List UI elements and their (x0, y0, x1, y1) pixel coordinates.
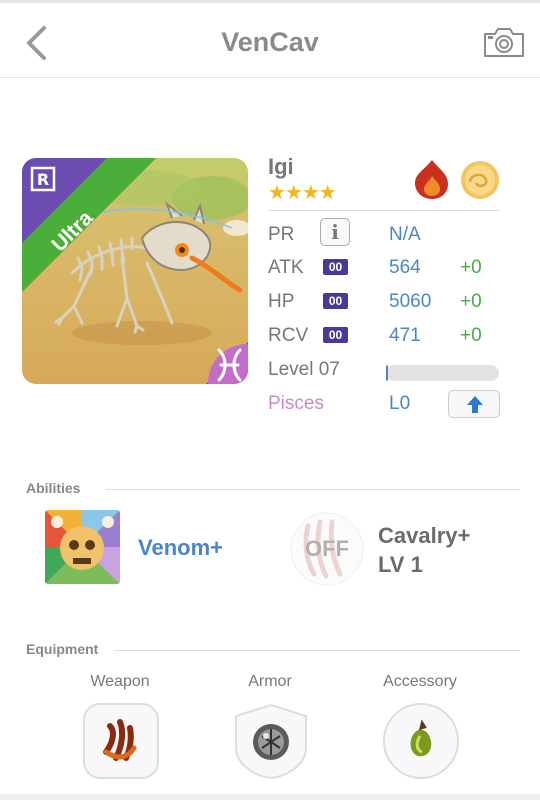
atk-label: ATK (268, 257, 304, 278)
claw-icon: OFF (290, 512, 364, 586)
sign-upgrade-button[interactable] (448, 390, 500, 418)
rcv-label: RCV (268, 325, 309, 346)
hp-value: 5060 (389, 291, 432, 312)
fire-element-icon (415, 160, 448, 199)
atk-value: 564 (389, 257, 421, 278)
hp-bonus: +0 (460, 291, 482, 312)
equipment-header: Equipment (26, 641, 99, 657)
hp-badge: 00 (323, 293, 348, 309)
monster-portrait: R Ultra (22, 158, 248, 384)
hp-row: HP 00 5060 +0 (268, 287, 504, 317)
info-icon: i (331, 220, 339, 244)
camera-button[interactable] (482, 25, 526, 59)
sign-label: Pisces (268, 393, 324, 414)
camera-icon (484, 28, 524, 57)
ability-cavalry-name: Cavalry+ LV 1 (378, 521, 470, 579)
abilities-divider (106, 489, 520, 490)
weapon-slot[interactable] (82, 702, 160, 780)
ability-cavalry-state: OFF (305, 536, 349, 561)
monster-name: Igi (268, 154, 294, 179)
venom-skull-icon (45, 510, 120, 584)
ability-venom-icon[interactable] (45, 510, 120, 584)
ability-cavalry-level: LV 1 (378, 552, 423, 577)
hp-label: HP (268, 291, 295, 312)
armor-slot[interactable] (232, 702, 310, 780)
atk-bonus: +0 (460, 257, 482, 278)
level-row: Level 07 (268, 355, 504, 385)
rcv-row: RCV 00 471 +0 (268, 321, 504, 351)
ability-cavalry-icon[interactable]: OFF (290, 512, 364, 586)
accessory-label: Accessory (383, 673, 457, 690)
page-title: VenCav (221, 27, 319, 57)
star-rating: ★★★★ (268, 182, 337, 204)
abilities-header: Abilities (26, 480, 81, 496)
accessory-leaf-icon (383, 703, 459, 779)
atk-row: ATK 00 564 +0 (268, 253, 504, 283)
ability-cavalry-title: Cavalry+ (378, 523, 471, 548)
rcv-badge: 00 (323, 327, 348, 343)
arrow-up-icon (467, 396, 483, 413)
pr-label: PR (268, 224, 295, 245)
sign-level: L0 (389, 393, 411, 414)
bottom-edge (0, 794, 540, 800)
accessory-slot[interactable] (382, 702, 460, 780)
pr-info-button[interactable]: i (320, 218, 350, 246)
pr-row: PR i N/A (268, 218, 504, 250)
weapon-label: Weapon (90, 673, 150, 690)
pr-value: N/A (389, 224, 421, 245)
rcv-bonus: +0 (460, 325, 482, 346)
sign-row: Pisces L0 (268, 389, 504, 419)
weapon-claw-icon (83, 703, 159, 779)
element-icons (415, 160, 499, 199)
top-bar: VenCav (0, 0, 540, 78)
monster-card[interactable]: R Ultra (22, 158, 248, 384)
armor-orb-icon (235, 703, 307, 780)
atk-badge: 00 (323, 259, 348, 275)
level-progress-bar (386, 365, 499, 381)
info-divider (268, 210, 500, 211)
equipment-divider (114, 650, 520, 651)
cloud-element-icon (461, 161, 499, 199)
armor-label: Armor (248, 673, 292, 690)
rcv-value: 471 (389, 325, 421, 346)
level-label: Level 07 (268, 359, 340, 380)
ability-venom-name: Venom+ (138, 535, 223, 560)
level-progress-fill (386, 365, 389, 381)
svg-text:R: R (37, 170, 49, 189)
